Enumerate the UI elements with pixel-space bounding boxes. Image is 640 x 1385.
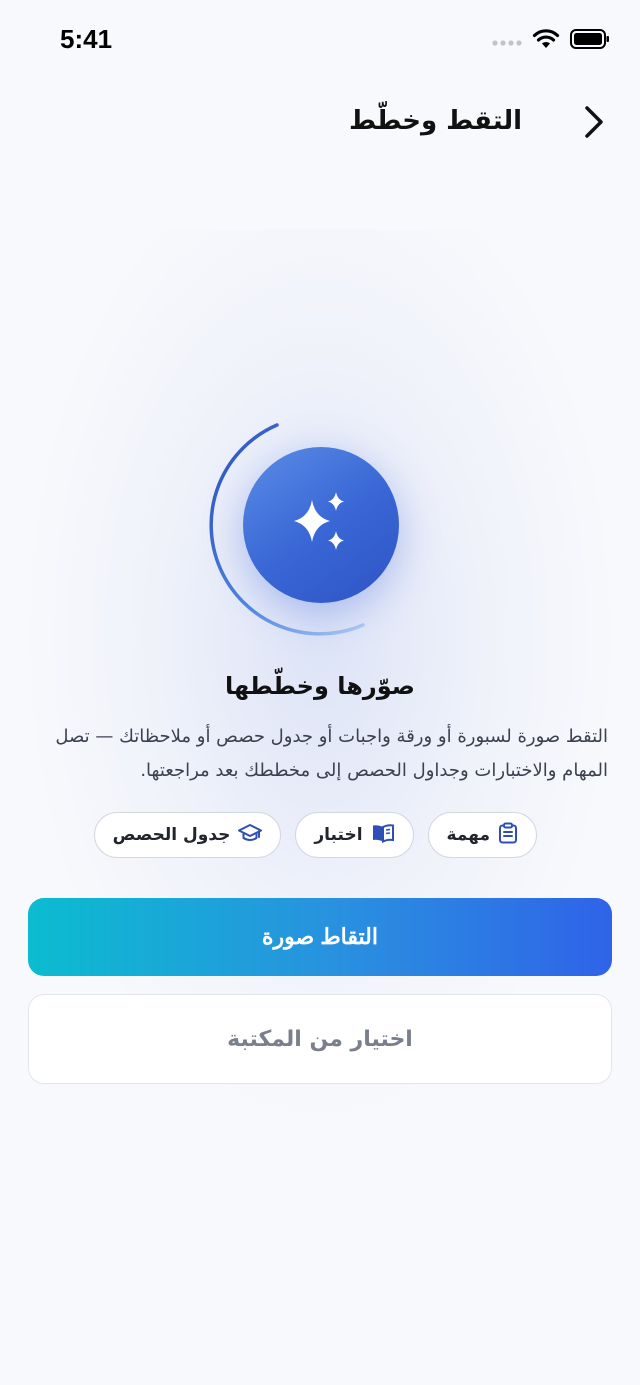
hero-illustration — [205, 420, 425, 640]
chevron-right-icon — [583, 105, 605, 143]
chip-exam[interactable]: اختبار — [295, 812, 414, 858]
chip-label: مهمة — [446, 825, 490, 845]
battery-icon — [570, 29, 610, 53]
wifi-icon — [532, 28, 560, 54]
chip-label: اختبار — [314, 825, 363, 845]
chip-group: مهمة اختبار جدول الحصص — [93, 812, 537, 858]
description-text: التقط صورة لسبورة أو ورقة واجبات أو جدول… — [55, 726, 608, 781]
cellular-dots-icon — [492, 32, 522, 51]
status-time: 5:41 — [60, 24, 113, 54]
graduation-cap-icon — [238, 823, 263, 848]
back-button[interactable] — [576, 104, 612, 144]
section-heading: صوّرها وخطّطها — [225, 672, 415, 700]
sparkles-icon — [286, 488, 356, 562]
navigation-bar: التقط وخطّط — [0, 90, 640, 160]
choose-from-library-button[interactable]: اختيار من المكتبة — [28, 994, 612, 1084]
chip-task[interactable]: مهمة — [427, 812, 537, 858]
clipboard-icon — [498, 822, 518, 849]
capture-photo-button[interactable]: التقاط صورة — [28, 898, 612, 976]
hero-circle — [243, 447, 399, 603]
page-title: التقط وخطّط — [349, 106, 522, 136]
chip-timetable[interactable]: جدول الحصص — [93, 812, 282, 858]
book-open-icon — [371, 823, 395, 848]
status-bar: 5:41 — [0, 0, 640, 80]
status-icons — [492, 28, 610, 54]
chip-label: جدول الحصص — [112, 825, 231, 845]
